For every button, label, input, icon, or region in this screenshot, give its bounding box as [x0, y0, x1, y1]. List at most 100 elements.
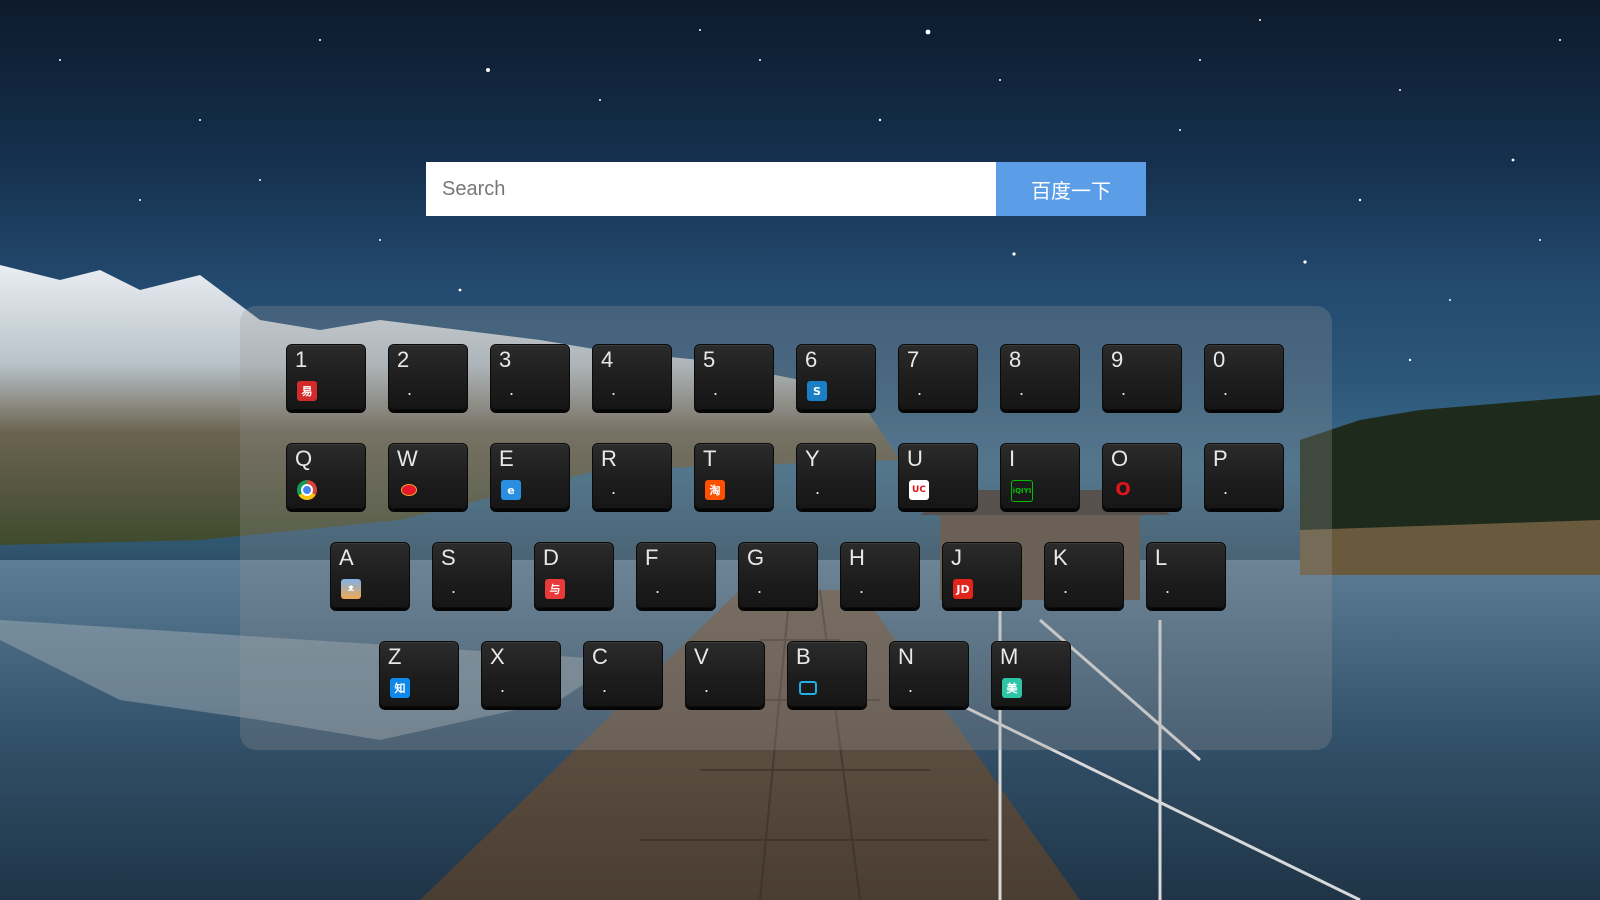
key-7[interactable]: 7. [898, 344, 978, 410]
key-dot: . [407, 379, 413, 399]
key-x[interactable]: X. [481, 641, 561, 707]
key-label: 3 [499, 347, 512, 372]
key-label: U [907, 446, 923, 471]
key-dot: . [908, 676, 914, 696]
iqiyi-icon: iQIYI [1011, 480, 1033, 502]
key-label: F [645, 545, 659, 570]
key-label: 2 [397, 347, 410, 372]
search-button[interactable]: 百度一下 [996, 162, 1146, 216]
key-label: 5 [703, 347, 716, 372]
key-j[interactable]: J JD [942, 542, 1022, 608]
key-dot: . [1063, 577, 1069, 597]
netease-163-icon: 易 [297, 381, 317, 401]
douyu-icon: 与 [545, 579, 565, 599]
key-t[interactable]: T淘 [694, 443, 774, 509]
key-dot: . [757, 577, 763, 597]
key-label: 8 [1009, 347, 1022, 372]
key-o[interactable]: OO [1102, 443, 1182, 509]
key-w[interactable]: W [388, 443, 468, 509]
key-label: E [499, 446, 514, 471]
zhihu-icon: 知 [390, 678, 410, 698]
key-label: 0 [1213, 347, 1226, 372]
key-b[interactable]: B [787, 641, 867, 707]
key-m[interactable]: M美 [991, 641, 1071, 707]
key-r[interactable]: R. [592, 443, 672, 509]
key-y[interactable]: Y. [796, 443, 876, 509]
key-label: 6 [805, 347, 818, 372]
taobao-icon: 淘 [705, 480, 725, 500]
china-mobile-icon: S [807, 381, 827, 401]
key-dot: . [704, 676, 710, 696]
key-4[interactable]: 4. [592, 344, 672, 410]
weibo-icon [399, 480, 419, 500]
key-c[interactable]: C. [583, 641, 663, 707]
key-n[interactable]: N. [889, 641, 969, 707]
key-g[interactable]: G. [738, 542, 818, 608]
key-f[interactable]: F. [636, 542, 716, 608]
key-label: C [592, 644, 608, 669]
key-label: Y [805, 446, 820, 471]
key-8[interactable]: 8. [1000, 344, 1080, 410]
search-bar: 百度一下 [426, 162, 1146, 216]
key-label: A [339, 545, 354, 570]
key-label: W [397, 446, 418, 471]
key-d[interactable]: D与 [534, 542, 614, 608]
ie-browser-icon: e [501, 480, 521, 500]
key-label: N [898, 644, 914, 669]
key-label: 1 [295, 347, 308, 372]
key-label: 7 [907, 347, 920, 372]
key-dot: . [859, 577, 865, 597]
key-dot: . [1019, 379, 1025, 399]
key-2[interactable]: 2. [388, 344, 468, 410]
key-1[interactable]: 1易 [286, 344, 366, 410]
key-label: 9 [1111, 347, 1124, 372]
key-label: V [694, 644, 709, 669]
key-l[interactable]: L. [1146, 542, 1226, 608]
key-dot: . [815, 478, 821, 498]
meituan-icon: 美 [1002, 678, 1022, 698]
bilibili-icon [798, 678, 818, 698]
key-z[interactable]: Z知 [379, 641, 459, 707]
key-dot: . [655, 577, 661, 597]
chrome-icon [297, 480, 317, 500]
key-dot: . [451, 577, 457, 597]
key-3[interactable]: 3. [490, 344, 570, 410]
key-5[interactable]: 5. [694, 344, 774, 410]
key-label: O [1111, 446, 1129, 471]
key-i[interactable]: IiQIYI [1000, 443, 1080, 509]
key-0[interactable]: 0. [1204, 344, 1284, 410]
key-label: J [951, 545, 962, 570]
key-dot: . [917, 379, 923, 399]
key-h[interactable]: H. [840, 542, 920, 608]
key-label: I [1009, 446, 1016, 471]
search-input[interactable] [426, 162, 996, 216]
key-label: K [1053, 545, 1068, 570]
key-dot: . [1165, 577, 1171, 597]
key-a[interactable]: Aᴥ [330, 542, 410, 608]
key-label: 4 [601, 347, 614, 372]
key-e[interactable]: Ee [490, 443, 570, 509]
key-label: B [796, 644, 811, 669]
key-label: L [1155, 545, 1168, 570]
jd-icon: JD [953, 579, 973, 599]
key-label: Q [295, 446, 313, 471]
key-label: R [601, 446, 617, 471]
key-dot: . [602, 676, 608, 696]
key-s[interactable]: S. [432, 542, 512, 608]
key-label: P [1213, 446, 1228, 471]
key-u[interactable]: U UC [898, 443, 978, 509]
key-dot: . [1121, 379, 1127, 399]
key-dot: . [1223, 478, 1229, 498]
key-dot: . [611, 379, 617, 399]
key-q[interactable]: Q [286, 443, 366, 509]
key-6[interactable]: 6S [796, 344, 876, 410]
uc-browser-icon: UC [909, 480, 929, 500]
key-label: H [849, 545, 865, 570]
key-9[interactable]: 9. [1102, 344, 1182, 410]
key-p[interactable]: P. [1204, 443, 1284, 509]
keyboard-panel: 1 易 2. 3. 4. 5. 6 S 7. 8. 9. 0. Q W Ee R. T 淘 Y. U UC IiQIYI O… [240, 306, 1332, 750]
key-v[interactable]: V. [685, 641, 765, 707]
key-dot: . [713, 379, 719, 399]
key-k[interactable]: K. [1044, 542, 1124, 608]
cartoon-cat-icon: ᴥ [341, 579, 361, 599]
